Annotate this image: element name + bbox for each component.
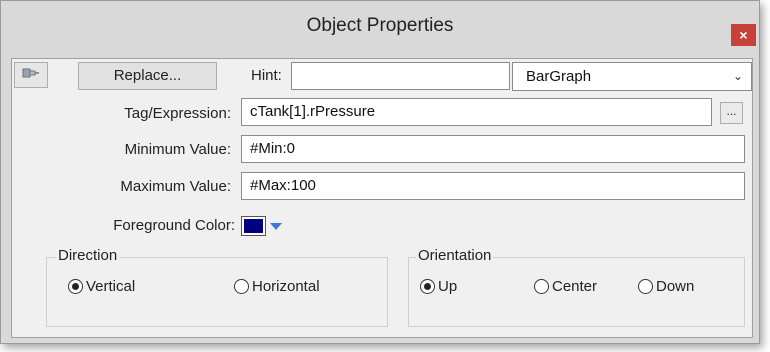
- radio-up-label: Up: [438, 278, 458, 295]
- direction-group-title: Direction: [56, 247, 120, 264]
- browse-button[interactable]: ...: [720, 102, 743, 124]
- foreground-color-picker[interactable]: [241, 215, 296, 237]
- radio-center-label: Center: [552, 278, 598, 295]
- radio-circle: [420, 279, 435, 294]
- pin-button[interactable]: [14, 62, 48, 88]
- radio-dot: [72, 283, 79, 290]
- radio-down-label: Down: [656, 278, 695, 295]
- tag-expression-input[interactable]: cTank[1].rPressure: [241, 98, 712, 126]
- radio-dot: [424, 283, 431, 290]
- radio-circle: [68, 279, 83, 294]
- hint-input[interactable]: [291, 62, 510, 90]
- radio-vertical-label: Vertical: [86, 278, 136, 295]
- color-swatch: [241, 216, 266, 236]
- foreground-color-label: Foreground Color:: [113, 217, 235, 234]
- object-properties-window: Object Properties × Replace... Hint: Bar…: [0, 0, 760, 344]
- radio-up[interactable]: Up: [420, 278, 457, 295]
- maximum-value-input[interactable]: #Max:100: [241, 172, 745, 200]
- radio-vertical[interactable]: Vertical: [68, 278, 135, 295]
- radio-horizontal-label: Horizontal: [252, 278, 320, 295]
- radio-circle: [638, 279, 653, 294]
- maximum-value-label: Maximum Value:: [120, 178, 231, 195]
- replace-button[interactable]: Replace...: [78, 62, 217, 90]
- radio-circle: [234, 279, 249, 294]
- object-type-select[interactable]: BarGraph ⌄: [512, 62, 752, 91]
- minimum-value-input[interactable]: #Min:0: [241, 135, 745, 163]
- radio-center[interactable]: Center: [534, 278, 597, 295]
- minimum-value-label: Minimum Value:: [124, 141, 231, 158]
- radio-horizontal[interactable]: Horizontal: [234, 278, 320, 295]
- orientation-group-title: Orientation: [416, 247, 494, 264]
- window-title: Object Properties: [306, 15, 454, 36]
- chevron-down-icon: ⌄: [732, 69, 743, 83]
- radio-down[interactable]: Down: [638, 278, 694, 295]
- properties-panel: Replace... Hint: BarGraph ⌄ Tag/Expressi…: [11, 58, 753, 338]
- radio-circle: [534, 279, 549, 294]
- close-button[interactable]: ×: [731, 24, 756, 46]
- color-swatch-fill: [244, 219, 263, 233]
- dropdown-arrow-icon: [270, 222, 282, 230]
- hint-label: Hint:: [251, 67, 282, 84]
- title-bar[interactable]: Object Properties ×: [1, 1, 759, 57]
- object-type-value: BarGraph: [526, 68, 592, 85]
- tag-expression-label: Tag/Expression:: [124, 105, 231, 122]
- pin-icon: [22, 66, 40, 84]
